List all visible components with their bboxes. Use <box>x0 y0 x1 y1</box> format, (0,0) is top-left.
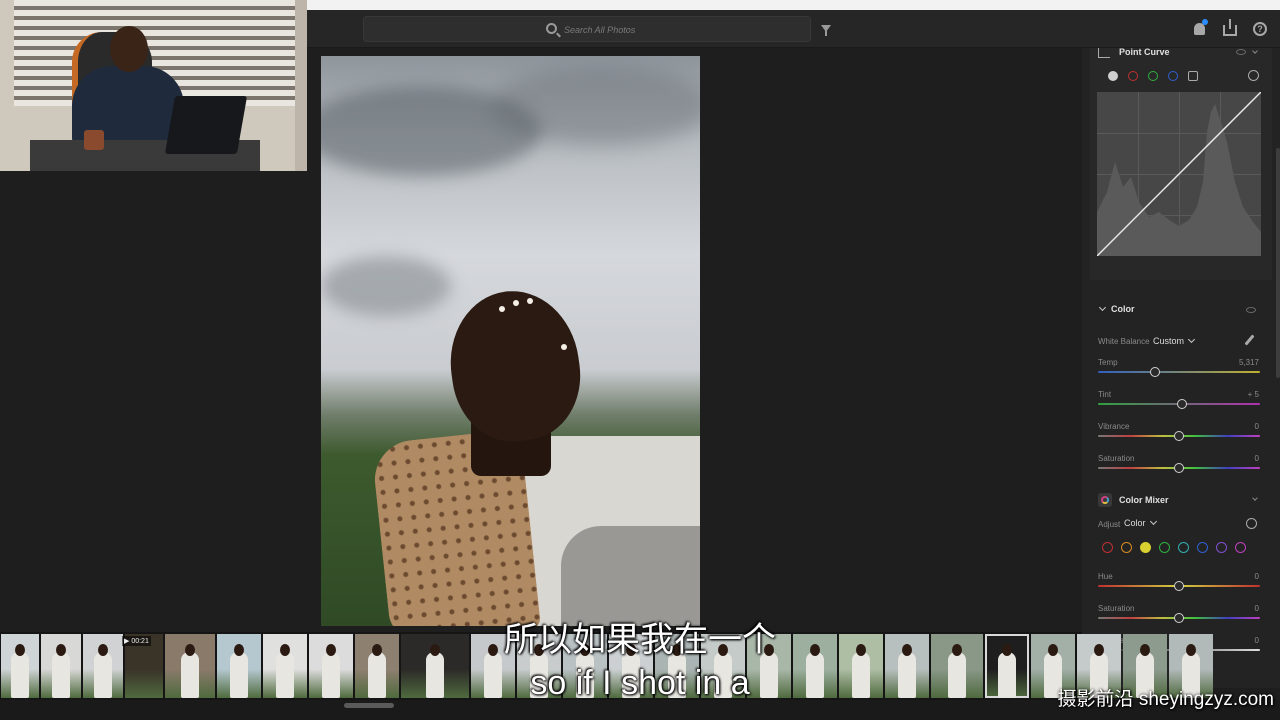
color-swatch-button[interactable] <box>1159 542 1170 553</box>
search-icon <box>546 23 557 34</box>
subject-jacket-shadow <box>561 526 700 626</box>
wb-vibrance-label: Vibrance <box>1098 422 1130 431</box>
eye-icon[interactable] <box>1246 307 1256 313</box>
cloud <box>321 256 451 316</box>
color-mixer-title: Color Mixer <box>1119 495 1169 505</box>
adjust-dropdown[interactable]: Color <box>1124 517 1157 528</box>
curve-histogram <box>1097 92 1261 256</box>
parametric-curve-icon[interactable] <box>1188 71 1198 81</box>
color-section: Color White Balance Custom Temp 5,317 Tint… <box>1090 296 1272 486</box>
wall <box>295 0 307 171</box>
eyedropper-icon[interactable] <box>1244 334 1255 346</box>
curve-tool-icon[interactable] <box>1098 48 1110 58</box>
wb-tint-value[interactable]: + 5 <box>1229 390 1259 399</box>
subject-head <box>441 282 589 450</box>
wb-saturation-value[interactable]: 0 <box>1229 454 1259 463</box>
wb-saturation-label: Saturation <box>1098 454 1135 463</box>
color-swatch-button[interactable] <box>1178 542 1189 553</box>
wb-temp-value[interactable]: 5,317 <box>1229 358 1259 367</box>
mixer-hue-value[interactable]: 0 <box>1229 572 1259 581</box>
color-title: Color <box>1111 304 1135 314</box>
share-icon[interactable] <box>1223 19 1237 36</box>
pearl <box>499 306 505 312</box>
main-photo[interactable] <box>321 56 700 626</box>
wb-temp-slider-thumb[interactable] <box>1149 367 1160 377</box>
white-balance-value: Custom <box>1153 336 1185 346</box>
color-swatch-button[interactable] <box>1235 542 1246 553</box>
color-swatch-button[interactable] <box>1121 542 1132 553</box>
color-swatch-button[interactable] <box>1216 542 1227 553</box>
presenter-head <box>110 26 148 72</box>
mug <box>84 130 104 150</box>
notification-dot <box>1202 19 1208 25</box>
pearl <box>513 300 519 306</box>
wb-tint-label: Tint <box>1098 390 1112 399</box>
help-icon[interactable]: ? <box>1253 22 1267 36</box>
color-swatch-button[interactable] <box>1140 542 1151 553</box>
window-top-strip <box>307 0 1280 10</box>
laptop <box>164 96 248 154</box>
eye-icon[interactable] <box>1236 49 1246 55</box>
color-wheel-icon <box>1101 496 1109 504</box>
wb-vibrance-value[interactable]: 0 <box>1229 422 1259 431</box>
scrollbar-thumb[interactable] <box>344 703 394 708</box>
search-input[interactable] <box>564 21 764 39</box>
panel-scrollbar[interactable] <box>1276 148 1280 378</box>
target-adjust-icon[interactable] <box>1246 518 1257 529</box>
color-swatch-button[interactable] <box>1102 542 1113 553</box>
white-balance-dropdown[interactable]: Custom <box>1153 335 1196 346</box>
adjust-value: Color <box>1124 518 1146 528</box>
mixer-hue-label: Hue <box>1098 572 1113 581</box>
pearl <box>527 298 533 304</box>
white-balance-label: White Balance <box>1098 337 1150 346</box>
cloud <box>321 86 541 176</box>
point-curve-section: Point Curve <box>1090 48 1272 280</box>
wb-saturation-slider-thumb[interactable] <box>1174 463 1184 473</box>
chevron-down-icon[interactable] <box>1098 303 1107 312</box>
point-curve-title: Point Curve <box>1119 48 1170 57</box>
color-swatch-button[interactable] <box>1197 542 1208 553</box>
wb-tint-slider-thumb[interactable] <box>1177 399 1188 409</box>
filter-icon[interactable] <box>821 25 831 36</box>
watermark: 摄影前沿 sheyingzyz.com <box>1057 689 1274 710</box>
chevron-down-icon[interactable] <box>1252 495 1258 501</box>
channel-blue-button[interactable] <box>1168 71 1178 81</box>
channel-red-button[interactable] <box>1128 71 1138 81</box>
curve-graph[interactable] <box>1097 92 1261 256</box>
edit-panel: Point Curve Color White Balance Custom T… <box>1082 48 1280 688</box>
webcam-overlay <box>0 0 307 171</box>
mixer-hue-slider-thumb[interactable] <box>1174 581 1184 591</box>
adjust-label: Adjust <box>1098 520 1121 529</box>
chevron-down-icon[interactable] <box>1252 48 1258 54</box>
wb-temp-label: Temp <box>1098 358 1118 367</box>
search-box[interactable] <box>363 16 811 42</box>
channel-green-button[interactable] <box>1148 71 1158 81</box>
chevron-down-icon <box>1187 335 1196 344</box>
channel-rgb-button[interactable] <box>1108 71 1118 81</box>
top-toolbar: ? <box>307 10 1280 48</box>
subtitle-chinese: 所以如果我在一个 <box>504 621 776 659</box>
chevron-down-icon <box>1149 517 1157 526</box>
pearl <box>561 344 567 350</box>
target-adjust-icon[interactable] <box>1248 70 1259 81</box>
wb-vibrance-slider-thumb[interactable] <box>1174 431 1184 441</box>
wb-temp-slider-track[interactable] <box>1098 371 1260 373</box>
